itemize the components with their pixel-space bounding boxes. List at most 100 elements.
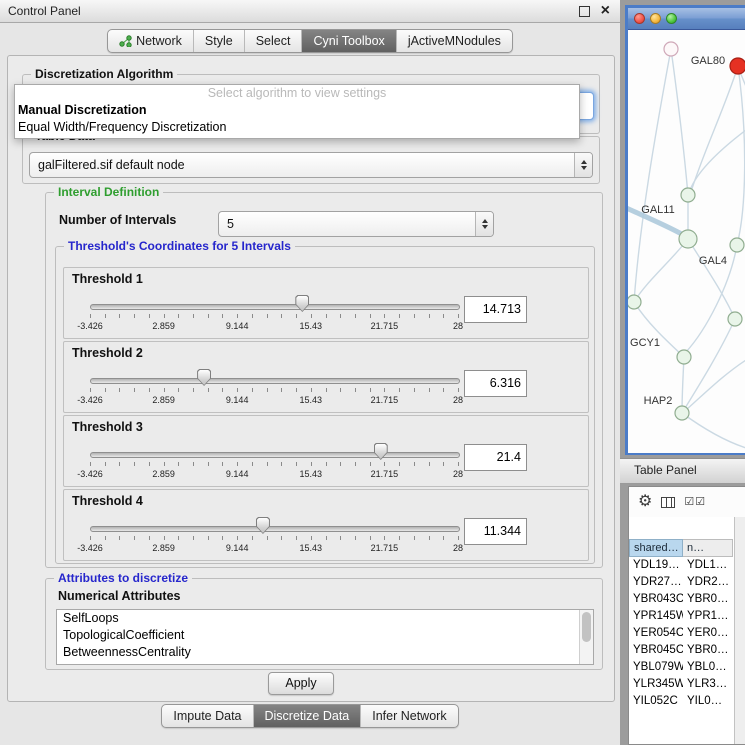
attribute-items: SelfLoopsTopologicalCoefficientBetweenne… bbox=[57, 610, 593, 661]
scale-label: 9.144 bbox=[226, 395, 249, 405]
scale-label: -3.426 bbox=[77, 543, 103, 553]
numerical-attributes-heading: Numerical Attributes bbox=[58, 589, 180, 603]
dropdown-option-equal-width-frequency[interactable]: Equal Width/Frequency Discretization bbox=[15, 119, 579, 136]
stepper-icon[interactable] bbox=[475, 212, 493, 236]
node-label-hap2: HAP2 bbox=[644, 395, 673, 407]
slider-track[interactable] bbox=[90, 526, 460, 532]
cell-name: YDR2… bbox=[683, 574, 733, 591]
threshold-value-field[interactable]: 6.316 bbox=[464, 370, 527, 397]
attributes-group: Attributes to discretize Numerical Attri… bbox=[45, 578, 603, 670]
table-row[interactable]: YDL19…YDL1… bbox=[629, 557, 733, 574]
threshold-label: Threshold 3 bbox=[72, 420, 143, 434]
slider-track[interactable] bbox=[90, 304, 460, 310]
network-window-titlebar[interactable] bbox=[628, 8, 745, 30]
dropdown-option-manual-discretization[interactable]: Manual Discretization bbox=[15, 102, 579, 119]
network-node[interactable] bbox=[664, 42, 678, 56]
table-row[interactable]: YBR045CYBR0… bbox=[629, 642, 733, 659]
tab-jactivemnodules[interactable]: jActiveMNodules bbox=[396, 30, 512, 52]
discretization-algorithm-title: Discretization Algorithm bbox=[31, 67, 177, 81]
threshold-value-field[interactable]: 21.4 bbox=[464, 444, 527, 471]
bottom-tab-infer-network[interactable]: Infer Network bbox=[360, 705, 457, 727]
threshold-slider[interactable]: -3.4262.8599.14415.4321.71528 bbox=[90, 442, 458, 484]
attribute-item[interactable]: SelfLoops bbox=[57, 610, 593, 627]
top-tabs: Network Style SelectCyni ToolboxjActiveMNo… bbox=[107, 29, 513, 53]
gear-icon[interactable]: ⚙ bbox=[638, 494, 652, 510]
table-row[interactable]: YPR145WYPR1… bbox=[629, 608, 733, 625]
close-icon[interactable]: × bbox=[601, 1, 610, 21]
network-node[interactable] bbox=[679, 230, 697, 248]
apply-button[interactable]: Apply bbox=[268, 672, 334, 695]
bottom-tab-discretize-data[interactable]: Discretize Data bbox=[253, 705, 361, 727]
table-row[interactable]: YER054CYER0… bbox=[629, 625, 733, 642]
threshold-slider[interactable]: -3.4262.8599.14415.4321.71528 bbox=[90, 294, 458, 336]
scale-label: 15.43 bbox=[300, 321, 323, 331]
slider-scale: -3.4262.8599.14415.4321.71528 bbox=[90, 395, 458, 405]
network-canvas[interactable]: GAL80 GAL11 GAL4 GCY1 HAP2 bbox=[628, 30, 745, 453]
threshold-box: Threshold 3 -3.4262.8599.14415.4321.71528… bbox=[63, 415, 589, 487]
stepper-icon[interactable] bbox=[574, 153, 592, 177]
table-scrollbar[interactable] bbox=[734, 517, 745, 744]
scale-label: -3.426 bbox=[77, 321, 103, 331]
table-data-select[interactable]: galFiltered.sif default node bbox=[29, 152, 593, 178]
right-region: GAL80 GAL11 GAL4 GCY1 HAP2 Table Panel ⚙… bbox=[620, 0, 745, 745]
table-row[interactable]: YDR27…YDR2… bbox=[629, 574, 733, 591]
threshold-label: Threshold 4 bbox=[72, 494, 143, 508]
undock-icon[interactable] bbox=[579, 6, 590, 17]
column-header-shared-name[interactable]: shared… bbox=[629, 539, 683, 557]
minimize-traffic-light-icon[interactable] bbox=[650, 13, 661, 24]
network-node[interactable] bbox=[628, 295, 641, 309]
threshold-slider[interactable]: -3.4262.8599.14415.4321.71528 bbox=[90, 516, 458, 558]
cell-name: YLR3… bbox=[683, 676, 733, 693]
tab-label: Style bbox=[205, 34, 233, 48]
scale-label: 15.43 bbox=[300, 469, 323, 479]
attribute-item[interactable]: TopologicalCoefficient bbox=[57, 627, 593, 644]
table-row[interactable]: YLR345WYLR3… bbox=[629, 676, 733, 693]
zoom-traffic-light-icon[interactable] bbox=[666, 13, 677, 24]
tab-network[interactable]: Network bbox=[108, 30, 193, 52]
dropdown-prompt[interactable]: Select algorithm to view settings bbox=[15, 85, 579, 102]
attributes-scrollbar[interactable] bbox=[579, 610, 593, 664]
scale-label: 21.715 bbox=[371, 321, 399, 331]
threshold-label: Threshold 2 bbox=[72, 346, 143, 360]
interval-definition-title: Interval Definition bbox=[54, 185, 163, 199]
column-header-name[interactable]: n… bbox=[683, 539, 733, 557]
table-row[interactable]: YBL079WYBL0… bbox=[629, 659, 733, 676]
table-row[interactable]: YBR043CYBR0… bbox=[629, 591, 733, 608]
checkbox-icon[interactable]: ☑☑ bbox=[684, 497, 706, 508]
slider-scale: -3.4262.8599.14415.4321.71528 bbox=[90, 469, 458, 479]
columns-icon[interactable] bbox=[661, 497, 675, 508]
number-of-intervals-value: 5 bbox=[227, 212, 234, 236]
threshold-value-field[interactable]: 14.713 bbox=[464, 296, 527, 323]
number-of-intervals-select[interactable]: 5 bbox=[218, 211, 494, 237]
scrollbar-thumb[interactable] bbox=[582, 612, 591, 642]
network-graph: GAL80 GAL11 GAL4 GCY1 HAP2 bbox=[628, 30, 745, 453]
slider-ticks bbox=[90, 388, 458, 393]
attributes-group-title: Attributes to discretize bbox=[54, 571, 192, 585]
network-icon bbox=[119, 35, 132, 47]
tab-label: Infer Network bbox=[372, 709, 446, 723]
numerical-attributes-list[interactable]: SelfLoopsTopologicalCoefficientBetweenne… bbox=[56, 609, 594, 665]
network-node[interactable] bbox=[675, 406, 689, 420]
cell-name: YER0… bbox=[683, 625, 733, 642]
network-node-selected[interactable] bbox=[730, 58, 745, 74]
tab-style[interactable]: Style bbox=[193, 30, 244, 52]
bottom-tab-impute-data[interactable]: Impute Data bbox=[162, 705, 252, 727]
close-traffic-light-icon[interactable] bbox=[634, 13, 645, 24]
scale-label: 9.144 bbox=[226, 321, 249, 331]
table-panel-title: Table Panel bbox=[634, 463, 697, 477]
network-node[interactable] bbox=[728, 312, 742, 326]
slider-track[interactable] bbox=[90, 452, 460, 458]
network-node[interactable] bbox=[677, 350, 691, 364]
table-row[interactable]: YIL052CYIL0… bbox=[629, 693, 733, 710]
network-node[interactable] bbox=[730, 238, 744, 252]
slider-track[interactable] bbox=[90, 378, 460, 384]
threshold-slider[interactable]: -3.4262.8599.14415.4321.71528 bbox=[90, 368, 458, 410]
network-node[interactable] bbox=[681, 188, 695, 202]
tab-select[interactable]: Select bbox=[244, 30, 302, 52]
tab-cyni-toolbox[interactable]: Cyni Toolbox bbox=[301, 30, 395, 52]
threshold-value-field[interactable]: 11.344 bbox=[464, 518, 527, 545]
node-label-gal4: GAL4 bbox=[699, 255, 727, 267]
node-label-gcy1: GCY1 bbox=[630, 337, 660, 349]
table-toolbar: ⚙ ☑☑ bbox=[629, 487, 745, 517]
attribute-item[interactable]: BetweennessCentrality bbox=[57, 644, 593, 661]
